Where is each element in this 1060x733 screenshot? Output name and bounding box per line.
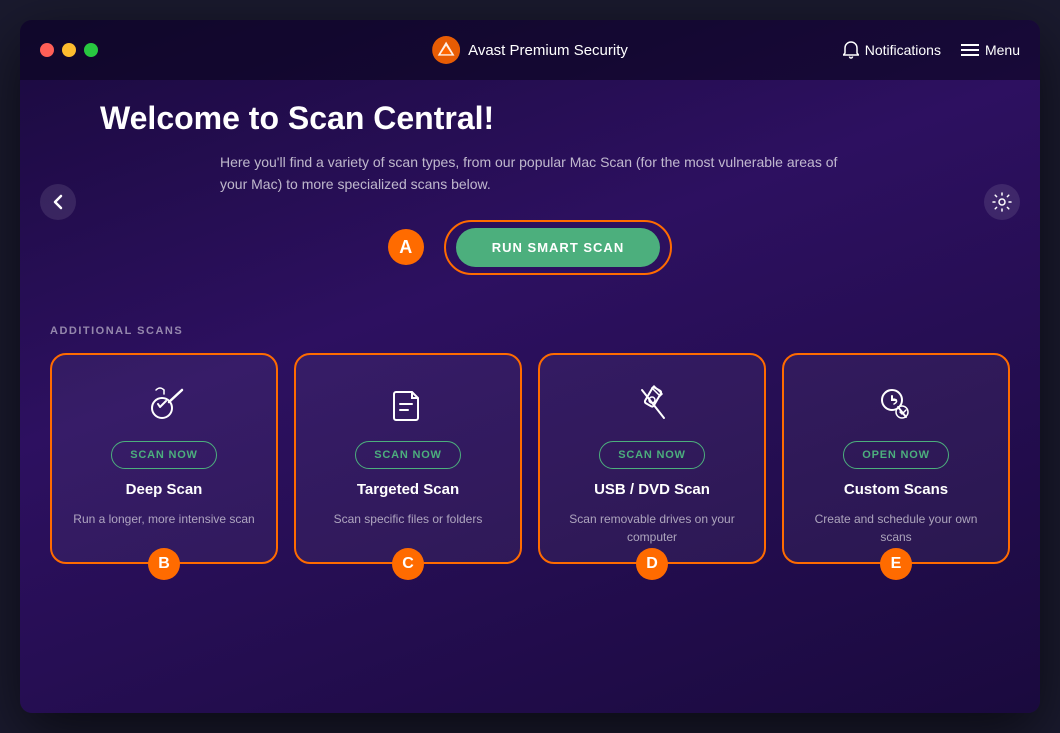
run-smart-scan-button[interactable]: RUN SMART SCAN (456, 228, 660, 267)
usb-dvd-scan-desc: Scan removable drives on your computer (556, 510, 748, 546)
page-header: Welcome to Scan Central! Here you'll fin… (20, 80, 1040, 325)
badge-e: E (880, 548, 912, 580)
avast-logo-icon (432, 36, 460, 64)
badge-d: D (636, 548, 668, 580)
usb-dvd-scan-button[interactable]: SCAN NOW (599, 441, 705, 469)
deep-scan-card: SCAN NOW Deep Scan Run a longer, more in… (50, 353, 278, 564)
traffic-lights (40, 43, 98, 57)
deep-scan-title: Deep Scan (126, 481, 203, 498)
smart-scan-wrapper: RUN SMART SCAN (444, 220, 672, 275)
section-label: ADDITIONAL SCANS (50, 325, 1010, 337)
back-button[interactable] (40, 184, 76, 220)
menu-label: Menu (985, 42, 1020, 58)
smart-scan-area: A RUN SMART SCAN (100, 220, 960, 275)
app-name-label: Avast Premium Security (468, 42, 628, 59)
deep-scan-button[interactable]: SCAN NOW (111, 441, 217, 469)
notifications-label: Notifications (865, 42, 941, 58)
additional-scans-section: ADDITIONAL SCANS SCAN NOW Deep Scan Run … (20, 325, 1040, 584)
scan-cards-container: SCAN NOW Deep Scan Run a longer, more in… (50, 353, 1010, 564)
page-title: Welcome to Scan Central! (100, 100, 960, 137)
app-window: Avast Premium Security Notifications Men… (20, 20, 1040, 713)
minimize-button[interactable] (62, 43, 76, 57)
menu-button[interactable]: Menu (961, 42, 1020, 58)
badge-c: C (392, 548, 424, 580)
settings-button[interactable] (984, 184, 1020, 220)
targeted-scan-title: Targeted Scan (357, 481, 459, 498)
custom-scans-title: Custom Scans (844, 481, 948, 498)
targeted-scan-button[interactable]: SCAN NOW (355, 441, 461, 469)
hamburger-icon (961, 43, 979, 57)
close-button[interactable] (40, 43, 54, 57)
usb-dvd-scan-title: USB / DVD Scan (594, 481, 710, 498)
titlebar: Avast Premium Security Notifications Men… (20, 20, 1040, 80)
notifications-button[interactable]: Notifications (843, 41, 941, 59)
app-title-group: Avast Premium Security (432, 36, 628, 64)
page-subtitle: Here you'll find a variety of scan types… (220, 151, 840, 196)
badge-b: B (148, 548, 180, 580)
custom-scans-card: OPEN NOW Custom Scans Create and schedul… (782, 353, 1010, 564)
titlebar-actions: Notifications Menu (843, 41, 1020, 59)
custom-scans-desc: Create and schedule your own scans (800, 510, 992, 546)
custom-scans-icon (872, 379, 920, 429)
bell-icon (843, 41, 859, 59)
targeted-scan-desc: Scan specific files or folders (334, 510, 483, 528)
usb-dvd-scan-icon (628, 379, 676, 429)
deep-scan-icon (140, 379, 188, 429)
gear-icon (992, 192, 1012, 212)
chevron-left-icon (53, 194, 63, 210)
maximize-button[interactable] (84, 43, 98, 57)
targeted-scan-card: SCAN NOW Targeted Scan Scan specific fil… (294, 353, 522, 564)
usb-dvd-scan-card: SCAN NOW USB / DVD Scan Scan removable d… (538, 353, 766, 564)
deep-scan-desc: Run a longer, more intensive scan (73, 510, 254, 528)
badge-a: A (388, 229, 424, 265)
targeted-scan-icon (384, 379, 432, 429)
custom-scans-open-button[interactable]: OPEN NOW (843, 441, 949, 469)
